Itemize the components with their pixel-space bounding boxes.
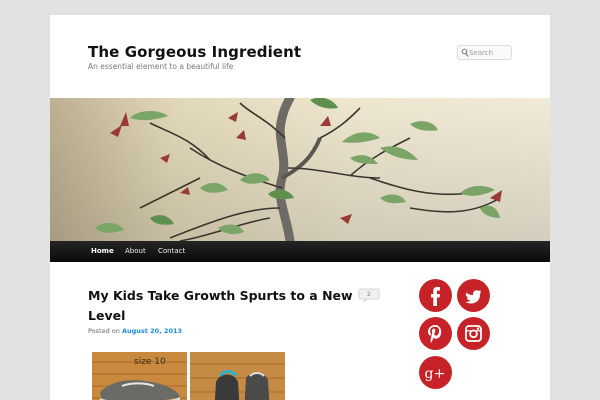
nav-item-home[interactable]: Home (91, 247, 114, 255)
nav-item-contact[interactable]: Contact (158, 247, 185, 255)
svg-text:g+: g+ (425, 366, 446, 382)
nav-item-about[interactable]: About (125, 247, 146, 255)
page-container: The Gorgeous Ingredient An essential ele… (50, 15, 550, 400)
twitter-icon (465, 290, 482, 304)
header-image (50, 98, 550, 241)
post-title[interactable]: My Kids Take Growth Spurts to a New Leve… (88, 286, 358, 326)
instagram-link[interactable] (457, 317, 490, 350)
facebook-link[interactable] (419, 279, 452, 312)
post-image-shoes-pair[interactable] (190, 352, 285, 400)
posted-on-label: Posted on (88, 327, 120, 335)
main-navigation: Home About Contact (50, 241, 550, 262)
search-box[interactable] (457, 45, 512, 60)
instagram-icon (465, 325, 482, 342)
google-plus-link[interactable]: g+ (419, 356, 452, 389)
post-date[interactable]: August 20, 2013 (122, 327, 182, 335)
search-icon (461, 48, 469, 57)
comment-count[interactable]: 2 (358, 290, 380, 298)
site-title[interactable]: The Gorgeous Ingredient (88, 43, 301, 61)
twitter-link[interactable] (457, 279, 490, 312)
pinterest-icon (428, 325, 442, 343)
google-plus-icon: g+ (425, 366, 446, 382)
site-description: An essential element to a beautiful life (88, 62, 234, 71)
svg-text:size 10: size 10 (134, 357, 166, 367)
search-input[interactable] (469, 46, 511, 59)
facebook-icon (431, 287, 440, 306)
post-meta: Posted on August 20, 2013 (88, 327, 182, 335)
pinterest-link[interactable] (419, 317, 452, 350)
post-image-shoe[interactable]: size 10 (92, 352, 187, 400)
